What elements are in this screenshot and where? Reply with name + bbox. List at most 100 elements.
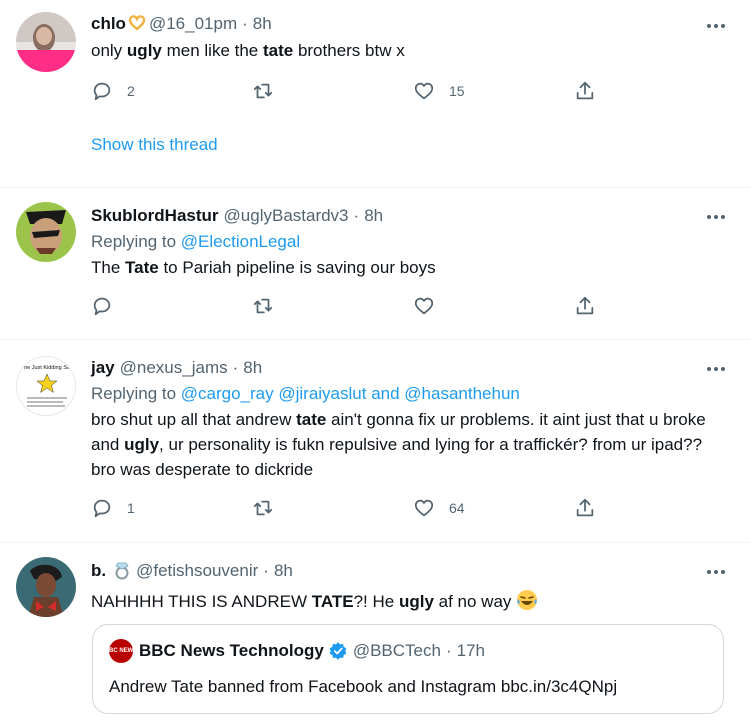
mention-link[interactable]: @cargo_ray @jiraiyaslut and @hasanthehun: [181, 384, 520, 403]
reply-count: 2: [127, 83, 135, 99]
reply-button[interactable]: 2: [91, 80, 252, 102]
tweet-text: The Tate to Pariah pipeline is saving ou…: [91, 255, 735, 280]
reply-button[interactable]: [91, 295, 252, 317]
tweet-text: NAHHHH THIS IS ANDREW TATE?! He ugly af …: [91, 589, 735, 614]
reply-button[interactable]: 1: [91, 497, 252, 519]
text-segment: NAHHHH THIS IS ANDREW: [91, 592, 312, 611]
like-count: 15: [449, 83, 465, 99]
avatar[interactable]: [16, 557, 76, 617]
quoted-tweet-header: BBC NEWS BBC News Technology @BBCTech · …: [105, 639, 707, 663]
author-name[interactable]: chlo: [91, 14, 126, 34]
highlight-term: Tate: [125, 258, 159, 277]
tweet-text: only ugly men like the tate brothers btw…: [91, 38, 735, 63]
separator: ·: [445, 641, 452, 660]
avatar[interactable]: [16, 202, 76, 262]
tweet-b[interactable]: b. @fetishsouvenir · 8h NAHHHH THIS IS A…: [0, 543, 751, 727]
like-icon: [414, 297, 434, 315]
share-button[interactable]: [574, 295, 735, 317]
tweet-text: bro shut up all that andrew tate ain't g…: [91, 407, 731, 482]
tweet-actions: 2 15: [91, 79, 735, 103]
quoted-tweet[interactable]: BBC NEWS BBC News Technology @BBCTech · …: [92, 624, 724, 714]
text-segment: bro shut up all that andrew: [91, 410, 297, 429]
timestamp[interactable]: 8h: [364, 206, 383, 226]
avatar[interactable]: [16, 12, 76, 72]
replying-to: Replying to @cargo_ray @jiraiyaslut and …: [91, 383, 735, 405]
timestamp[interactable]: 8h: [243, 358, 262, 378]
tweet-feed: chlo @16_01pm · 8h only ugly men like th…: [0, 0, 751, 727]
timestamp[interactable]: 8h: [253, 14, 272, 34]
separator: ·: [263, 561, 269, 580]
heart-hands-emoji-icon: [127, 13, 147, 36]
separator: ·: [242, 14, 248, 33]
author-handle[interactable]: @16_01pm: [149, 14, 237, 34]
reply-icon: [93, 499, 111, 518]
replying-prefix: Replying to: [91, 384, 181, 403]
retweet-button[interactable]: [252, 80, 413, 102]
like-count: 64: [449, 500, 465, 516]
tweet-actions: 1 64: [91, 496, 735, 520]
text-segment: ?! He: [353, 592, 399, 611]
author-handle[interactable]: @fetishsouvenir: [136, 561, 258, 581]
more-icon[interactable]: [707, 20, 729, 32]
like-button[interactable]: 64: [413, 497, 574, 519]
highlight-term: tate: [262, 41, 294, 60]
like-icon: [414, 82, 434, 100]
tweet-header: chlo @16_01pm · 8h: [91, 12, 735, 36]
replying-to: Replying to @ElectionLegal: [91, 231, 735, 253]
text-segment: , ur personality is fukn repulsive and l…: [91, 435, 703, 479]
share-icon: [576, 498, 594, 517]
text-segment: to Pariah pipeline is saving our boys: [158, 258, 436, 277]
author-name[interactable]: jay: [91, 358, 115, 378]
avatar[interactable]: The Just Kidding Star: [16, 356, 76, 416]
author-handle[interactable]: @nexus_jams: [120, 358, 228, 378]
tweet-header: jay @nexus_jams · 8h: [91, 356, 735, 380]
ring-emoji-icon: [112, 558, 132, 585]
like-icon: [414, 499, 434, 517]
separator: ·: [353, 206, 360, 225]
share-button[interactable]: [574, 80, 735, 102]
text-segment: men like the: [161, 41, 263, 60]
highlight-term: ugly: [126, 41, 162, 60]
author-name[interactable]: SkublordHastur: [91, 206, 219, 226]
retweet-button[interactable]: [252, 497, 413, 519]
verified-badge-icon: [329, 642, 347, 660]
tweet-header: b. @fetishsouvenir · 8h: [91, 559, 735, 583]
highlight-term: TATE: [311, 592, 354, 611]
reply-icon: [93, 297, 111, 316]
replying-prefix: Replying to: [91, 232, 181, 251]
retweet-icon: [253, 298, 273, 314]
separator: ·: [232, 358, 239, 377]
like-button[interactable]: [413, 295, 574, 317]
reply-icon: [93, 82, 111, 101]
reply-count: 1: [127, 500, 135, 516]
timestamp[interactable]: 8h: [274, 561, 293, 581]
author-handle[interactable]: @uglyBastardv3: [224, 206, 349, 226]
share-icon: [576, 296, 594, 315]
highlight-term: ugly: [398, 592, 434, 611]
text-segment: only: [91, 41, 127, 60]
tweet-actions: [91, 294, 735, 318]
text-segment: brothers btw x: [293, 41, 405, 60]
share-button[interactable]: [574, 497, 735, 519]
more-icon[interactable]: [707, 211, 729, 223]
quoted-tweet-text: Andrew Tate banned from Facebook and Ins…: [109, 677, 618, 696]
highlight-term: tate: [296, 410, 327, 429]
retweet-icon: [253, 500, 273, 516]
quoted-author-handle: @BBCTech: [352, 641, 441, 660]
bbc-news-logo-icon: BBC NEWS: [105, 639, 137, 663]
highlight-term: ugly: [124, 435, 160, 454]
quoted-author-name: BBC News Technology: [139, 641, 324, 660]
show-thread-link[interactable]: Show this thread: [91, 135, 218, 155]
tweet-chlo[interactable]: chlo @16_01pm · 8h only ugly men like th…: [0, 0, 751, 188]
author-name[interactable]: b.: [91, 561, 106, 581]
more-icon[interactable]: [707, 363, 729, 375]
avatar-title: The Just Kidding Star: [21, 365, 74, 371]
laughing-tears-emoji-icon: [516, 589, 538, 611]
mention-link[interactable]: @ElectionLegal: [181, 232, 300, 251]
tweet-skublordhastur[interactable]: SkublordHastur @uglyBastardv3 · 8h Reply…: [0, 188, 751, 340]
more-icon[interactable]: [707, 566, 729, 578]
retweet-button[interactable]: [252, 295, 413, 317]
like-button[interactable]: 15: [413, 80, 574, 102]
retweet-icon: [253, 83, 273, 99]
tweet-jay[interactable]: The Just Kidding Star jay @nexus_jams · …: [0, 340, 751, 543]
